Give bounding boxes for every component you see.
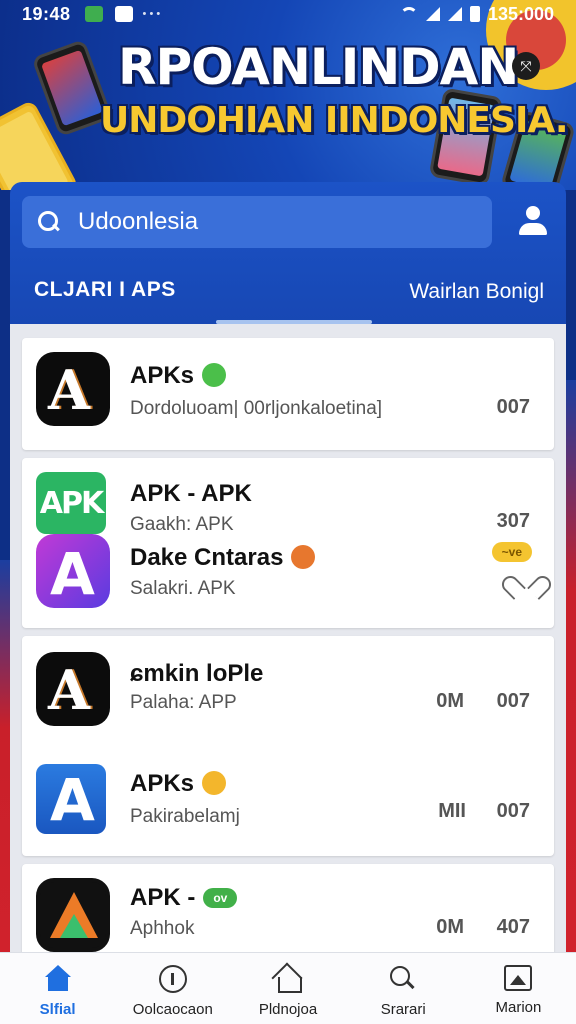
app-icon: A xyxy=(36,652,110,726)
app-card[interactable]: APK APK - APK Gaakh: APK 307 A Dake Cnta… xyxy=(22,458,554,628)
list-item[interactable]: A APKs Pakirabelamj MII 007 xyxy=(22,760,554,850)
profile-icon[interactable] xyxy=(516,204,550,238)
app-icon xyxy=(36,878,110,952)
status-time: 19:48 xyxy=(22,3,71,24)
app-card[interactable]: A ɕmkin loPle Palaha: APP 0M 007 A APKs … xyxy=(22,636,554,856)
header-card: Udoonlesia CLJARI I APS Wairlan Bonigl xyxy=(10,182,566,328)
battery-icon xyxy=(469,6,480,22)
tab-left[interactable]: CLJARI I APS xyxy=(34,278,176,302)
app-subtitle: Gaakh: APK xyxy=(130,514,234,535)
share-icon[interactable]: ⤧ xyxy=(512,52,540,80)
list-item[interactable]: A APKs Dordoluoam| 00rljonkaloetina] 007 xyxy=(22,348,554,438)
nav-label: Slfial xyxy=(39,1001,76,1018)
house-icon xyxy=(273,965,303,993)
wifi-icon xyxy=(399,7,418,21)
app-list: A APKs Dordoluoam| 00rljonkaloetina] 007… xyxy=(10,324,566,974)
app-title: APK - APK xyxy=(130,480,252,507)
app-value: 007 xyxy=(496,800,530,822)
nav-label: Marion xyxy=(495,999,542,1016)
app-title: APKs xyxy=(130,770,227,798)
leaf-icon xyxy=(202,363,227,387)
apk-logo-icon: APK xyxy=(36,472,106,534)
list-item[interactable]: A ɕmkin loPle Palaha: APP 0M 007 xyxy=(22,650,554,740)
banner-subtitle: UNDOHIAN IINDONESIA. xyxy=(100,100,569,141)
nav-label: Pldnojoa xyxy=(258,1001,318,1018)
pill-badge: ~ve xyxy=(491,542,532,562)
magnify-icon xyxy=(388,965,418,993)
nav-label: Oolcaocaon xyxy=(132,1001,213,1018)
image-icon xyxy=(504,965,533,991)
app-title: APK - ov xyxy=(130,884,238,912)
signal-icon xyxy=(425,7,440,21)
search-input[interactable]: Udoonlesia xyxy=(22,196,492,248)
status-right: 135:000 xyxy=(399,3,554,25)
app-subtitle: Salakri. APK xyxy=(130,578,236,599)
pill-badge: ov xyxy=(203,888,238,908)
nav-label: Srarari xyxy=(380,1001,426,1018)
notification-icon xyxy=(114,6,133,22)
nav-item-home[interactable]: Slfial xyxy=(0,953,115,1024)
app-value: 007 xyxy=(496,690,530,712)
banner-title: RPOANLINDAN xyxy=(118,38,519,96)
app-title: APKs xyxy=(130,362,227,390)
app-card[interactable]: A APKs Dordoluoam| 00rljonkaloetina] 007 xyxy=(22,338,554,450)
notification-icon xyxy=(84,6,103,22)
app-value: 307 xyxy=(496,510,530,532)
app-value: 407 xyxy=(496,916,530,938)
app-extra: 0M xyxy=(436,916,464,938)
nav-item-house[interactable]: Pldnojoa xyxy=(230,953,345,1024)
app-subtitle: Aphhok xyxy=(130,918,195,939)
list-item[interactable]: A Dake Cntaras Salakri. APK ~ve xyxy=(22,534,554,624)
status-dots: • • • xyxy=(142,8,161,20)
emoji-icon xyxy=(202,771,227,795)
app-extra: 0M xyxy=(436,690,464,712)
nav-item-search[interactable]: Srarari xyxy=(346,953,461,1024)
app-title: Dake Cntaras xyxy=(130,544,316,572)
app-subtitle: Pakirabelamj xyxy=(130,806,240,827)
compass-icon xyxy=(158,965,187,993)
promo-banner[interactable]: RPOANLINDAN UNDOHIAN IINDONESIA. ⤧ xyxy=(0,0,576,190)
app-subtitle: Dordoluoam| 00rljonkaloetina] xyxy=(130,398,383,419)
status-right-text: 135:000 xyxy=(487,3,554,24)
app-title: ɕmkin loPle xyxy=(130,660,264,687)
app-subtitle: Palaha: APP xyxy=(130,692,237,713)
app-extra: MII xyxy=(438,800,466,822)
status-dot-icon xyxy=(291,545,316,569)
nav-item-explore[interactable]: Oolcaocaon xyxy=(115,953,230,1024)
search-icon xyxy=(38,211,60,233)
heart-icon[interactable] xyxy=(512,578,536,600)
app-icon: A xyxy=(36,352,110,426)
app-icon: A xyxy=(36,534,110,608)
home-icon xyxy=(43,965,73,993)
signal-icon xyxy=(447,7,462,21)
bottom-nav: Slfial Oolcaocaon Pldnojoa Srarari Mario… xyxy=(0,952,576,1024)
status-bar: 19:48 • • • 135:000 xyxy=(0,0,576,28)
app-value: 007 xyxy=(496,396,530,418)
app-icon: A xyxy=(36,764,106,834)
nav-item-media[interactable]: Marion xyxy=(461,953,576,1024)
search-value: Udoonlesia xyxy=(78,208,199,235)
tab-right[interactable]: Wairlan Bonigl xyxy=(409,280,544,304)
